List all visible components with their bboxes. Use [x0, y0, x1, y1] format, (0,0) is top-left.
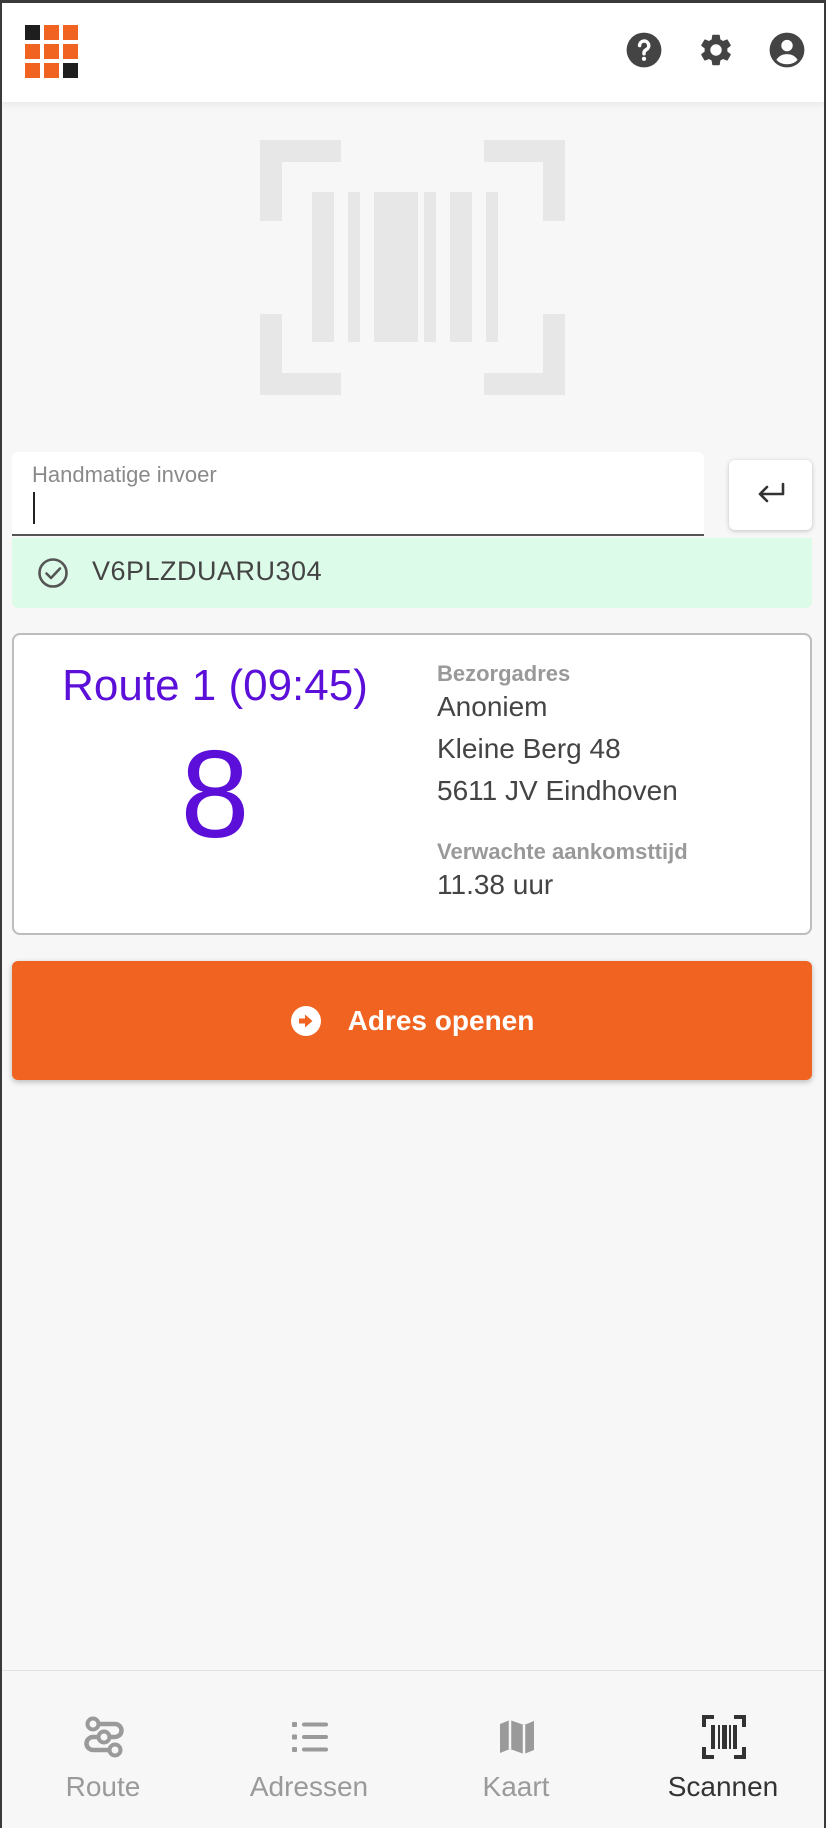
account-icon[interactable]: [768, 31, 806, 69]
manual-entry-input[interactable]: [30, 490, 690, 528]
eta-value: 11.38 uur: [437, 869, 554, 900]
nav-label-route: Route: [65, 1771, 141, 1802]
nav-label-kaart: Kaart: [482, 1771, 550, 1802]
check-circle-icon: [34, 554, 72, 592]
nav-label-adressen: Adressen: [249, 1771, 369, 1802]
nav-item-adressen[interactable]: Adressen: [206, 1671, 412, 1828]
submit-code-button[interactable]: [729, 460, 812, 530]
open-address-button[interactable]: Adres openen: [12, 961, 812, 1080]
address-line-street: Kleine Berg 48: [437, 733, 621, 764]
nav-item-scannen[interactable]: Scannen: [620, 1671, 826, 1828]
nav-label-scannen: Scannen: [667, 1771, 779, 1802]
barcode-scan-icon: [700, 1713, 748, 1761]
route-icon: [80, 1713, 128, 1761]
scanned-code: V6PLZDUARU304: [92, 556, 323, 586]
nav-item-kaart[interactable]: Kaart: [413, 1671, 619, 1828]
barcode-illustration-icon: [260, 140, 565, 395]
address-line-name: Anoniem: [437, 691, 548, 722]
route-card: Route 1 (09:45) 8 Bezorgadres Anoniem Kl…: [12, 633, 812, 935]
enter-icon: [755, 481, 787, 510]
nav-item-route[interactable]: Route: [0, 1671, 206, 1828]
app-logo[interactable]: [25, 25, 79, 79]
manual-entry-field[interactable]: Handmatige invoer: [12, 452, 704, 536]
bottom-navigation: Route Adressen Kaart Scannen: [0, 1670, 826, 1828]
settings-icon[interactable]: [697, 31, 735, 69]
map-icon: [493, 1713, 541, 1761]
address-label: Bezorgadres: [437, 661, 571, 686]
address-line-city: 5611 JV Eindhoven: [437, 775, 678, 806]
scan-result-banner: V6PLZDUARU304: [12, 538, 812, 608]
stop-number: 8: [180, 726, 250, 864]
text-caret: [33, 492, 35, 524]
route-title: Route 1 (09:45): [62, 661, 368, 710]
open-address-label: Adres openen: [347, 1004, 535, 1036]
help-icon[interactable]: [625, 31, 663, 69]
list-icon: [286, 1713, 334, 1761]
eta-label: Verwachte aankomsttijd: [437, 839, 688, 864]
manual-entry-label: Handmatige invoer: [32, 462, 217, 487]
app-header: [0, 0, 826, 102]
arrow-right-circle-icon: [290, 1005, 322, 1037]
